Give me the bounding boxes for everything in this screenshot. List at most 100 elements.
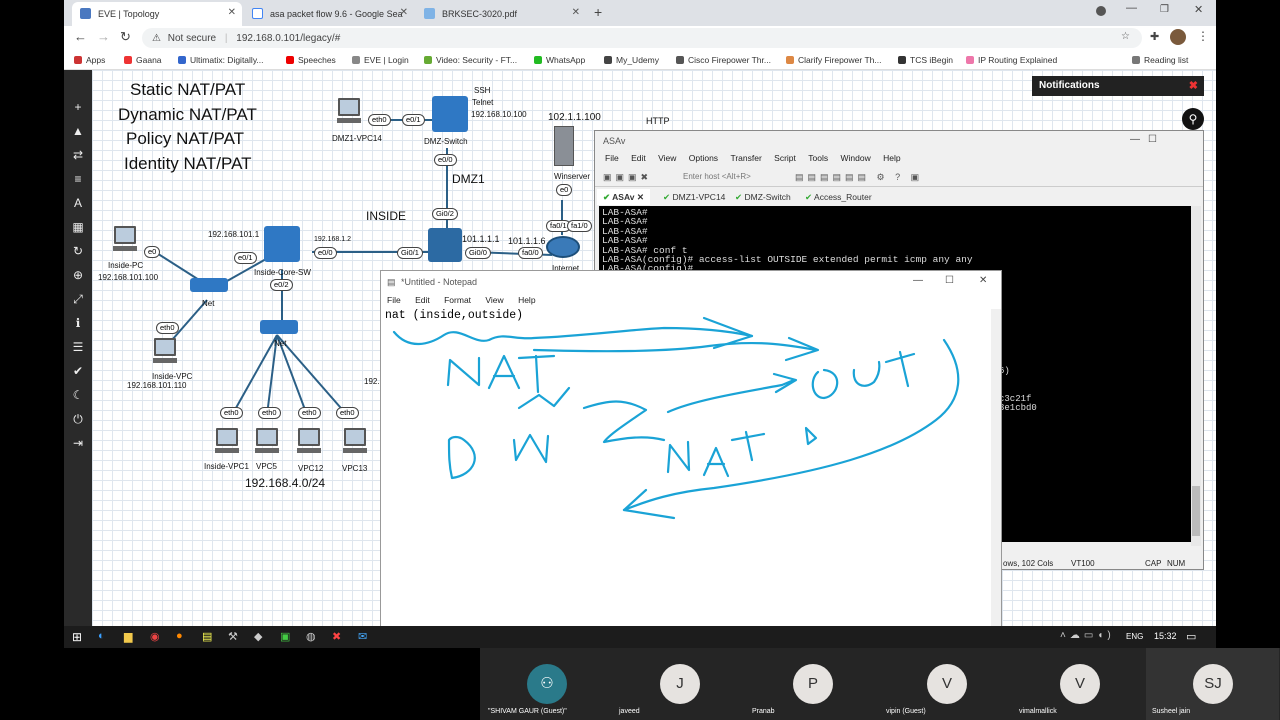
minimize-icon[interactable]: — — [1126, 2, 1137, 14]
menu-item[interactable]: File — [605, 153, 619, 163]
notepad-text-area[interactable]: nat (inside,outside) — [385, 309, 523, 322]
zoom-icon[interactable]: ⊕ — [71, 268, 85, 282]
edge-icon[interactable]: ◐ — [98, 630, 105, 642]
menu-item[interactable]: Script — [774, 153, 796, 163]
bookmark-apps[interactable]: Apps — [74, 55, 105, 65]
menu-item[interactable]: File — [387, 295, 401, 305]
close-window-icon[interactable]: ✕ — [1194, 3, 1203, 16]
reload-icon[interactable]: ↻ — [120, 29, 131, 45]
star-icon[interactable]: ☆ — [1121, 31, 1130, 42]
bookmark-tcs-ibegin[interactable]: TCS iBegin — [898, 55, 953, 65]
notification-center-icon[interactable]: ▭ — [1186, 630, 1196, 643]
new-tab-icon[interactable]: + — [594, 4, 602, 20]
menu-item[interactable]: View — [658, 153, 676, 163]
toolbar-icons[interactable]: ▣▣▣✖ — [603, 172, 652, 183]
participant-tile[interactable]: V vipin (Guest) — [880, 648, 1013, 720]
inside-pc-node[interactable] — [113, 226, 137, 251]
reading-list[interactable]: Reading list — [1132, 55, 1188, 65]
tools-icon[interactable]: ⚒ — [228, 630, 238, 643]
bookmark-speeches[interactable]: Speeches — [286, 55, 336, 65]
forward-icon[interactable]: → — [97, 29, 110, 44]
toolbar-icons[interactable]: ▤▤▤▤▤▤ ⚙ ? ▣ — [795, 172, 923, 183]
networks-icon[interactable]: ⇄ — [71, 148, 85, 162]
menu-item[interactable]: Help — [518, 295, 535, 305]
avatar[interactable] — [1170, 29, 1186, 45]
vpc-node[interactable] — [297, 428, 321, 453]
mail-icon[interactable]: ✉ — [358, 630, 367, 643]
menu-item[interactable]: Tools — [808, 153, 828, 163]
menu-item[interactable]: Edit — [415, 295, 430, 305]
inside-vpc-node[interactable] — [153, 338, 177, 363]
tab-search-icon[interactable] — [1096, 6, 1106, 16]
host-input[interactable]: Enter host <Alt+R> — [683, 172, 751, 181]
dark-mode-icon[interactable]: ☾ — [71, 388, 85, 402]
maximize-icon[interactable]: ☐ — [1148, 134, 1157, 145]
tab-google-search[interactable]: asa packet flow 9.6 - Google Sea ✕ — [244, 2, 414, 26]
menu-item[interactable]: Format — [444, 295, 471, 305]
list-icon[interactable]: ☰ — [71, 340, 85, 354]
restore-icon[interactable]: ❐ — [1160, 4, 1169, 15]
windows-start-icon[interactable]: ⊞ — [72, 630, 82, 644]
bookmark-ip-routing[interactable]: IP Routing Explained — [966, 55, 1057, 65]
participant-tile[interactable]: P Pranab — [746, 648, 879, 720]
firefox-icon[interactable]: ● — [176, 630, 183, 642]
bookmark-my-udemy[interactable]: My_Udemy — [604, 55, 659, 65]
address-bar[interactable]: ⚠ Not secure | 192.168.0.101/legacy/# ☆ — [142, 28, 1142, 48]
tab-eve-topology[interactable]: EVE | Topology ✕ — [72, 2, 242, 26]
logout-icon[interactable]: ⇥ — [71, 436, 85, 450]
participant-tile[interactable]: J javeed — [613, 648, 746, 720]
tab-dmz1-vpc14[interactable]: ✔ DMZ1-VPC14 — [657, 189, 731, 205]
tab-asav[interactable]: ✔ ASAv ✕ — [597, 189, 651, 205]
bookmark-clarify-firepower[interactable]: Clarify Firepower Th... — [786, 55, 881, 65]
close-icon[interactable]: ✕ — [979, 275, 987, 286]
fit-icon[interactable]: ⤢ — [71, 292, 85, 306]
app-icon[interactable]: ◆ — [254, 630, 262, 643]
add-icon[interactable]: + — [71, 100, 85, 114]
refresh-icon[interactable]: ↻ — [71, 244, 85, 258]
text-icon[interactable]: A — [71, 196, 85, 210]
bookmark-cisco-firepower[interactable]: Cisco Firepower Thr... — [676, 55, 771, 65]
tray-icons[interactable]: ˄☁▭◖) — [1060, 630, 1115, 641]
tab-pdf[interactable]: BRKSEC-3020.pdf ✕ — [416, 2, 586, 26]
nodes-icon[interactable]: ▲ — [71, 124, 85, 138]
extensions-icon[interactable]: ✚ — [1150, 30, 1159, 43]
dmz-switch-node[interactable] — [432, 96, 468, 132]
menu-item[interactable]: Options — [689, 153, 718, 163]
tab-dmz-switch[interactable]: ✔ DMZ-Switch — [729, 189, 797, 205]
notes-icon[interactable]: ▤ — [202, 630, 212, 643]
app-icon[interactable]: ◍ — [306, 630, 316, 643]
close-icon[interactable]: ✕ — [572, 7, 580, 18]
close-icon[interactable]: ✕ — [228, 7, 236, 18]
clock[interactable]: 15:32 — [1154, 631, 1177, 641]
vpc-node[interactable] — [215, 428, 239, 453]
maximize-icon[interactable]: ☐ — [945, 275, 954, 286]
bookmark-eve-login[interactable]: EVE | Login — [352, 55, 409, 65]
minimize-icon[interactable]: — — [1130, 134, 1140, 145]
close-icon[interactable]: ✕ — [400, 7, 408, 18]
list-icon[interactable]: ≡ — [71, 172, 85, 186]
app-icon[interactable]: ▣ — [280, 630, 290, 643]
participant-tile[interactable]: SJ Susheel jain — [1146, 648, 1279, 720]
close-icon[interactable]: ✖ — [1189, 79, 1198, 92]
bookmark-ultimatix[interactable]: Ultimatix: Digitally... — [178, 55, 264, 65]
info-icon[interactable]: ℹ — [71, 316, 85, 330]
menu-item[interactable]: Help — [883, 153, 900, 163]
menu-item[interactable]: Transfer — [730, 153, 761, 163]
back-icon[interactable]: ← — [74, 29, 87, 44]
power-icon[interactable]: ⏻ — [71, 412, 85, 426]
dmz1-vpc14-node[interactable] — [337, 98, 361, 123]
inside-core-sw-node[interactable] — [264, 226, 300, 262]
bookmark-video-security[interactable]: Video: Security - FT... — [424, 55, 517, 65]
grid-icon[interactable]: ▦ — [71, 220, 85, 234]
menu-icon[interactable]: ⋮ — [1197, 29, 1209, 43]
participant-tile[interactable]: ⚇ "SHIVAM GAUR (Guest)" — [480, 648, 613, 720]
menu-item[interactable]: Edit — [631, 153, 646, 163]
notepad-scrollbar[interactable] — [991, 309, 1001, 647]
bookmark-gaana[interactable]: Gaana — [124, 55, 162, 65]
internet-router-node[interactable] — [546, 236, 580, 258]
net-switch-1[interactable] — [190, 278, 228, 292]
asa-firewall-node[interactable] — [428, 228, 462, 262]
net-switch-2[interactable] — [260, 320, 298, 334]
minimize-icon[interactable]: — — [913, 275, 923, 286]
chrome-icon[interactable]: ◉ — [150, 630, 160, 643]
